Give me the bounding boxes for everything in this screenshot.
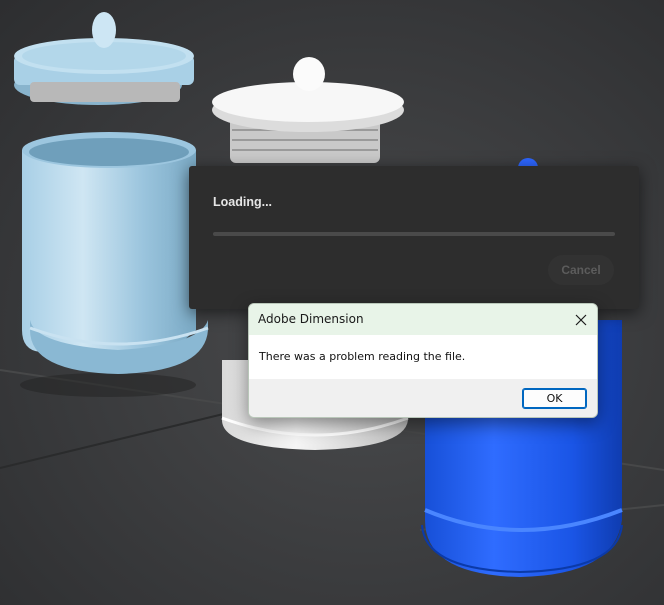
close-icon bbox=[575, 314, 587, 325]
light-blue-jar[interactable] bbox=[14, 12, 209, 397]
error-message-box: Adobe Dimension There was a problem read… bbox=[248, 303, 598, 418]
loading-progress-bar bbox=[213, 232, 615, 236]
loading-dialog: Loading... Cancel bbox=[189, 166, 639, 309]
message-box-titlebar[interactable]: Adobe Dimension bbox=[249, 304, 597, 335]
message-box-footer: OK bbox=[249, 379, 597, 417]
close-button[interactable] bbox=[565, 304, 597, 335]
message-box-title: Adobe Dimension bbox=[258, 312, 364, 326]
loading-title: Loading... bbox=[213, 195, 273, 209]
message-box-body: There was a problem reading the file. bbox=[249, 335, 597, 379]
ok-button[interactable]: OK bbox=[522, 388, 587, 409]
cancel-button[interactable]: Cancel bbox=[548, 255, 614, 285]
error-message: There was a problem reading the file. bbox=[259, 350, 466, 363]
